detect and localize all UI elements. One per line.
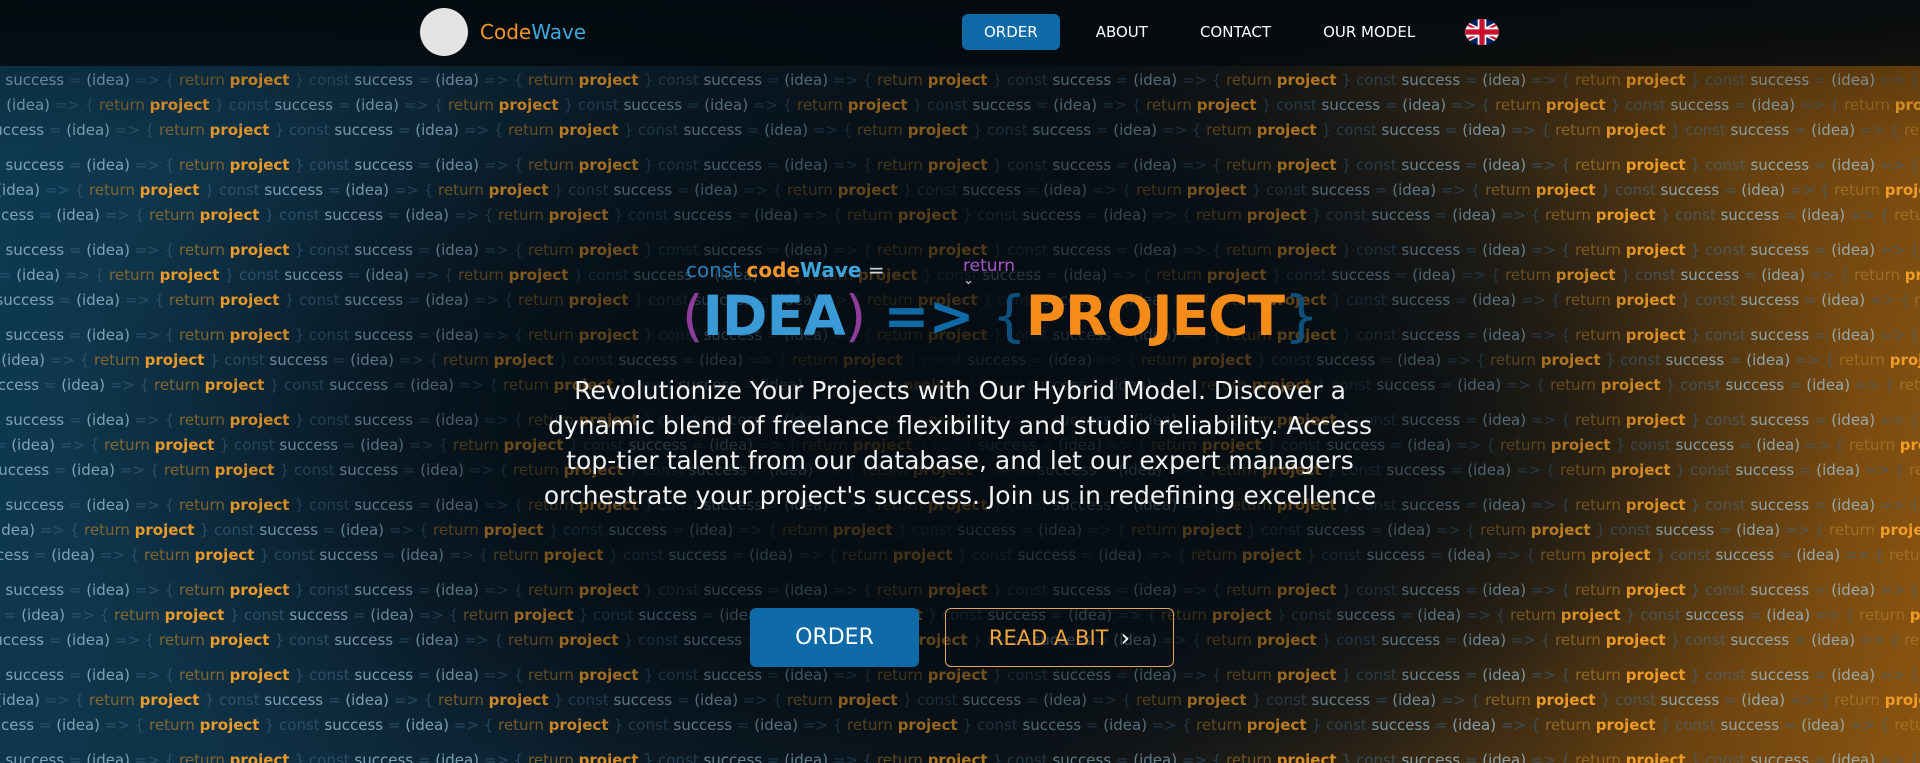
- logo-text-wave: Wave: [531, 20, 587, 44]
- uk-flag-icon[interactable]: [1465, 19, 1500, 45]
- close-brace: }: [1284, 284, 1319, 348]
- open-paren: (: [682, 284, 703, 348]
- open-brace: {: [991, 284, 1027, 348]
- const-keyword: const: [686, 258, 741, 282]
- close-paren: ): [844, 284, 866, 348]
- top-navigation-bar: CodeWave ORDER ABOUT CONTACT OUR MODEL: [0, 0, 1920, 66]
- order-button[interactable]: ORDER: [750, 608, 919, 667]
- equals-sign: =: [867, 258, 885, 282]
- logo-text: CodeWave: [480, 20, 586, 44]
- main-nav: ORDER ABOUT CONTACT OUR MODEL: [962, 14, 1500, 50]
- arrow-operator: =>: [883, 284, 974, 348]
- logo-text-code: Code: [480, 20, 532, 44]
- nav-contact[interactable]: CONTACT: [1174, 14, 1297, 50]
- read-a-bit-button[interactable]: READ A BIT ›: [945, 608, 1174, 667]
- nav-order[interactable]: ORDER: [962, 14, 1060, 50]
- project-word: PROJECT: [1025, 284, 1285, 348]
- var-name-code: code: [746, 258, 801, 282]
- var-name: codeWave: [747, 258, 862, 282]
- hero-description: Revolutionize Your Projects with Our Hyb…: [543, 376, 1377, 510]
- idea-word: IDEA: [702, 284, 845, 348]
- hero-section: const codeWave = return ⌄ (IDEA) => {PRO…: [0, 0, 1920, 763]
- const-declaration: const codeWave =: [686, 258, 885, 282]
- page: const success = (idea) => { return proje…: [0, 0, 1920, 763]
- hero-headline: (IDEA) => {PROJECT}: [682, 284, 1319, 348]
- read-a-bit-label: READ A BIT: [988, 625, 1109, 650]
- logo[interactable]: CodeWave: [420, 8, 586, 56]
- var-name-wave: Wave: [800, 258, 862, 282]
- logo-icon: [420, 8, 468, 56]
- nav-our-model[interactable]: OUR MODEL: [1297, 14, 1441, 50]
- nav-about[interactable]: ABOUT: [1070, 14, 1174, 50]
- chevron-right-icon: ›: [1120, 623, 1131, 652]
